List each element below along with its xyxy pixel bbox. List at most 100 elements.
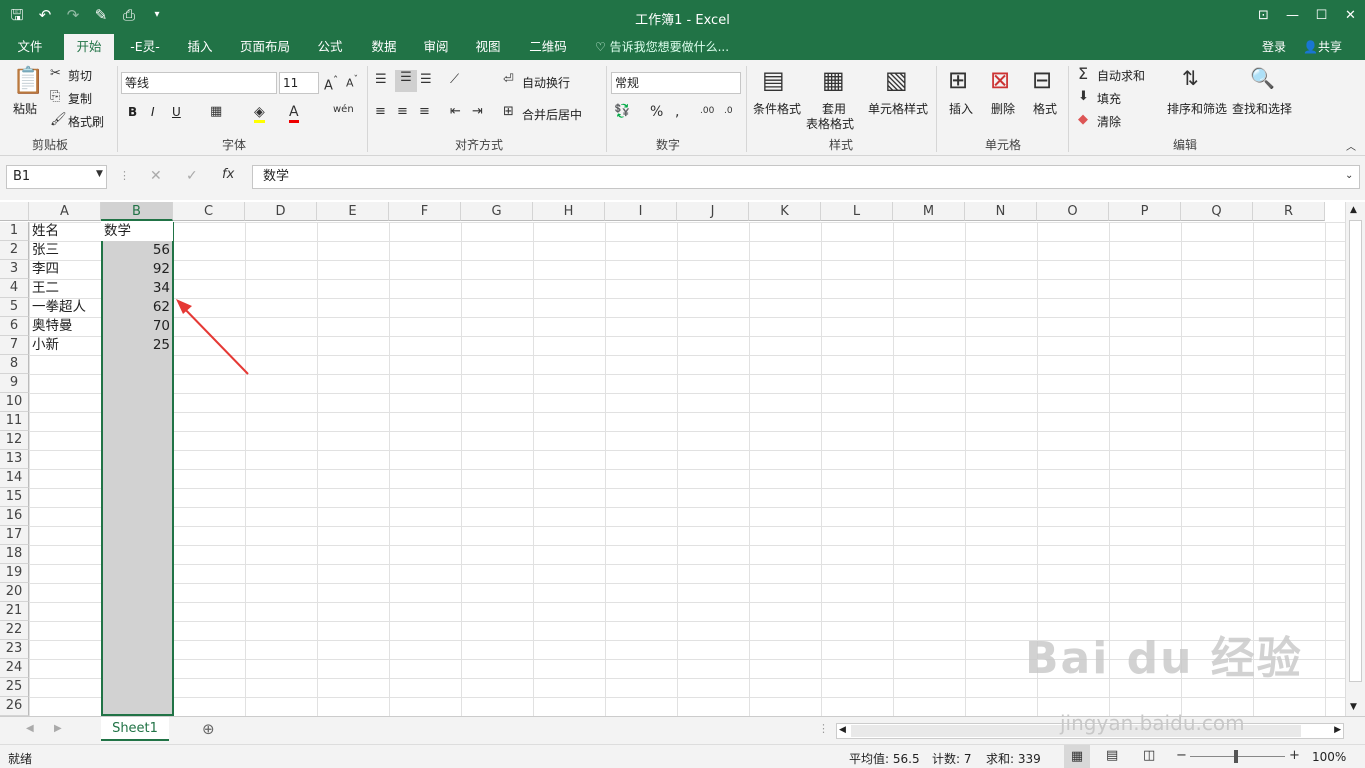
delete-cells-button[interactable]: 删除 xyxy=(991,100,1015,117)
tell-me-box[interactable]: ♡ 告诉我您想要做什么... xyxy=(595,34,729,60)
row-header[interactable]: 8 xyxy=(0,355,29,374)
maximize-icon[interactable]: ☐ xyxy=(1307,0,1336,32)
column-header[interactable]: D xyxy=(245,202,317,221)
new-sheet-icon[interactable]: ⊕ xyxy=(202,720,215,738)
tab-review[interactable]: 审阅 xyxy=(416,34,456,60)
row-header[interactable]: 24 xyxy=(0,659,29,678)
column-header[interactable]: M xyxy=(893,202,965,221)
prev-sheet-icon[interactable]: ◀ xyxy=(26,723,34,734)
format-painter-button[interactable]: 格式刷 xyxy=(68,113,104,130)
percent-icon[interactable]: % xyxy=(650,104,663,120)
format-cells-button[interactable]: 格式 xyxy=(1033,100,1057,117)
column-header[interactable]: P xyxy=(1109,202,1181,221)
font-name-select[interactable]: 等线 xyxy=(121,72,277,94)
split-handle-icon[interactable]: ⋮ xyxy=(818,722,829,735)
column-header[interactable]: N xyxy=(965,202,1037,221)
row-header[interactable]: 25 xyxy=(0,678,29,697)
row-header[interactable]: 26 xyxy=(0,697,29,716)
fill-button[interactable]: 填充 xyxy=(1097,90,1121,107)
row-header[interactable]: 13 xyxy=(0,450,29,469)
tab-home[interactable]: 开始 xyxy=(64,34,114,60)
paste-icon[interactable]: 📋 xyxy=(12,66,44,98)
align-top-icon[interactable]: ☰ xyxy=(375,72,387,87)
align-left-icon[interactable]: ≡ xyxy=(375,104,386,119)
enter-icon[interactable]: ✓ xyxy=(186,168,198,184)
minimize-icon[interactable]: — xyxy=(1278,0,1307,32)
increase-indent-icon[interactable]: ⇥ xyxy=(472,104,483,119)
row-header[interactable]: 4 xyxy=(0,279,29,298)
scroll-down-icon[interactable]: ▼ xyxy=(1350,702,1357,712)
tab-formulas[interactable]: 公式 xyxy=(310,34,350,60)
phonetic-icon[interactable]: wén xyxy=(333,104,354,115)
insert-cells-button[interactable]: 插入 xyxy=(949,100,973,117)
row-header[interactable]: 7 xyxy=(0,336,29,355)
zoom-thumb[interactable] xyxy=(1234,750,1238,763)
row-header[interactable]: 21 xyxy=(0,602,29,621)
font-color-icon[interactable]: A xyxy=(289,104,299,123)
cell-b[interactable]: 25 xyxy=(101,336,173,355)
tab-qrcode[interactable]: 二维码 xyxy=(522,34,574,60)
name-box[interactable]: B1 xyxy=(6,165,107,189)
zoom-in-icon[interactable]: + xyxy=(1289,748,1300,763)
row-header[interactable]: 6 xyxy=(0,317,29,336)
copy-button[interactable]: 复制 xyxy=(68,90,92,107)
row-header[interactable]: 14 xyxy=(0,469,29,488)
zoom-out-icon[interactable]: − xyxy=(1176,748,1187,763)
align-right-icon[interactable]: ≡ xyxy=(419,104,430,119)
border-icon[interactable]: ▦ xyxy=(210,104,222,119)
cell-a[interactable]: 李四 xyxy=(29,260,101,279)
decrease-decimal-icon[interactable]: .0 xyxy=(724,106,733,116)
cell-a[interactable]: 王二 xyxy=(29,279,101,298)
cell-a[interactable]: 张三 xyxy=(29,241,101,260)
tab-view[interactable]: 视图 xyxy=(468,34,508,60)
column-header[interactable]: K xyxy=(749,202,821,221)
column-header[interactable]: H xyxy=(533,202,605,221)
cell-b[interactable]: 70 xyxy=(101,317,173,336)
column-header[interactable]: B xyxy=(101,202,173,221)
cancel-icon[interactable]: ✕ xyxy=(150,168,162,184)
page-break-view-icon[interactable]: ◫ xyxy=(1143,748,1155,763)
currency-icon[interactable]: 💱 xyxy=(614,104,630,119)
decrease-indent-icon[interactable]: ⇤ xyxy=(450,104,461,119)
row-header[interactable]: 10 xyxy=(0,393,29,412)
find-select-button[interactable]: 查找和选择 xyxy=(1232,100,1292,117)
next-sheet-icon[interactable]: ▶ xyxy=(54,723,62,734)
page-layout-view-icon[interactable]: ▤ xyxy=(1106,748,1118,763)
bold-button[interactable]: B xyxy=(128,105,137,119)
row-header[interactable]: 1 xyxy=(0,222,29,241)
row-header[interactable]: 3 xyxy=(0,260,29,279)
conditional-format-button[interactable]: 条件格式 xyxy=(753,100,801,117)
clear-button[interactable]: 清除 xyxy=(1097,113,1121,130)
format-table-line2[interactable]: 表格格式 xyxy=(806,115,854,132)
row-header[interactable]: 12 xyxy=(0,431,29,450)
column-header[interactable]: G xyxy=(461,202,533,221)
expand-formula-icon[interactable]: ⌄ xyxy=(1345,170,1353,181)
paste-button[interactable]: 粘贴 xyxy=(13,100,37,117)
zoom-level[interactable]: 100% xyxy=(1312,750,1346,764)
cell-b[interactable]: 56 xyxy=(101,241,173,260)
grow-font-icon[interactable]: Aˆ xyxy=(324,74,338,93)
worksheet-grid[interactable]: ABCDEFGHIJKLMNOPQR 1 2 3 4 5 6 7 8 9 10 11 12 13 14 15… xyxy=(0,202,1345,716)
row-header[interactable]: 11 xyxy=(0,412,29,431)
column-header[interactable]: O xyxy=(1037,202,1109,221)
cell-a[interactable]: 奥特曼 xyxy=(29,317,101,336)
select-all-corner[interactable] xyxy=(0,202,29,221)
column-header[interactable]: C xyxy=(173,202,245,221)
cell-b[interactable]: 34 xyxy=(101,279,173,298)
merge-center-button[interactable]: 合并后居中 xyxy=(522,106,582,123)
comma-icon[interactable]: , xyxy=(675,104,679,120)
font-size-select[interactable]: 11 xyxy=(279,72,319,94)
cell-a[interactable]: 一拳超人 xyxy=(29,298,101,317)
wrap-text-button[interactable]: 自动换行 xyxy=(522,74,570,91)
column-header[interactable]: A xyxy=(29,202,101,221)
align-middle-icon[interactable]: ☰ xyxy=(395,70,417,92)
name-box-dropdown-icon[interactable]: ▼ xyxy=(96,169,103,179)
cell-b[interactable]: 数学 xyxy=(101,222,173,241)
row-header[interactable]: 22 xyxy=(0,621,29,640)
scroll-up-icon[interactable]: ▲ xyxy=(1350,205,1357,215)
column-header[interactable]: J xyxy=(677,202,749,221)
row-header[interactable]: 23 xyxy=(0,640,29,659)
align-center-icon[interactable]: ≡ xyxy=(397,104,408,119)
increase-decimal-icon[interactable]: .00 xyxy=(700,106,714,116)
tab-page-layout[interactable]: 页面布局 xyxy=(234,34,296,60)
